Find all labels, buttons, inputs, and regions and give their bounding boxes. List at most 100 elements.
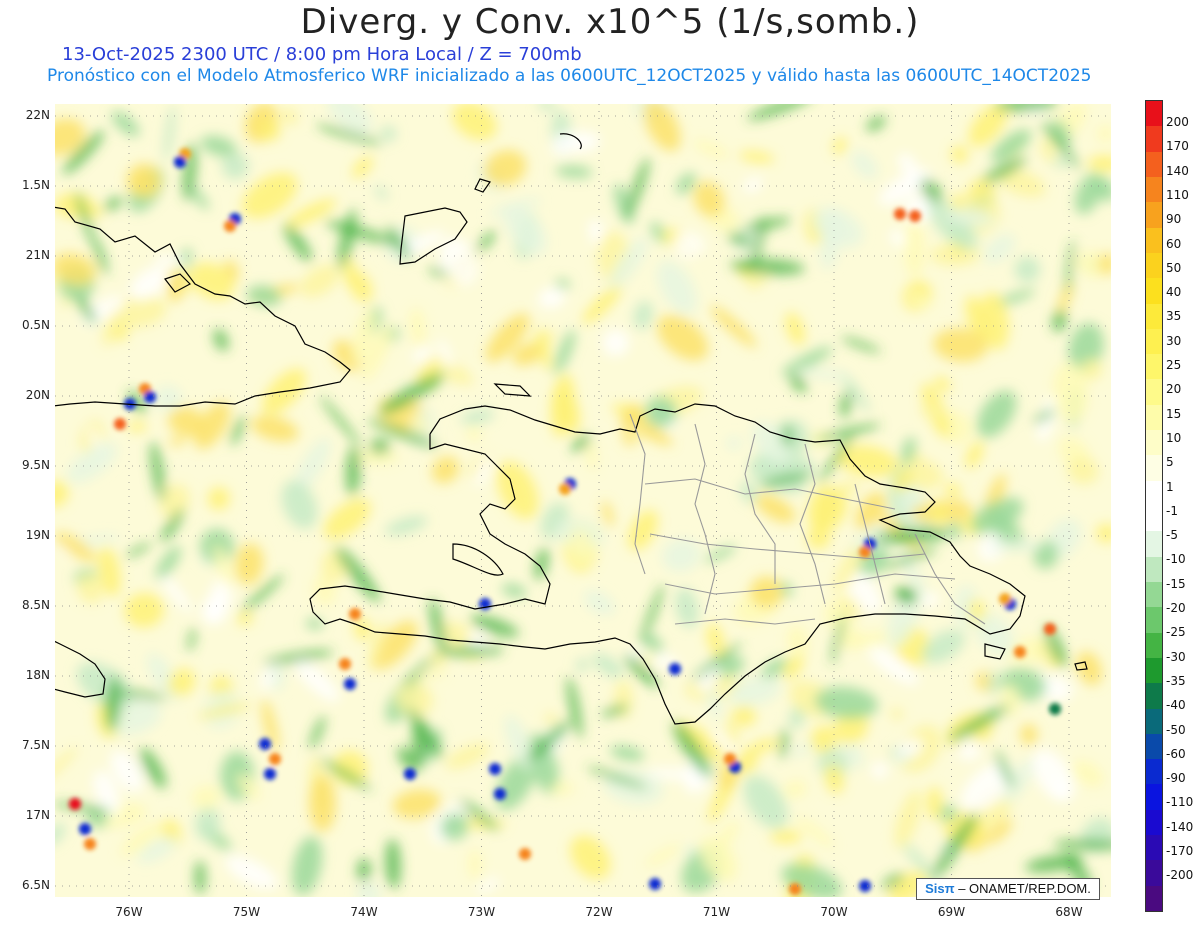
map-canvas	[55, 104, 1111, 897]
latitude-label: 1.5N	[21, 178, 50, 192]
field-core	[339, 658, 351, 670]
field-core	[1014, 646, 1026, 658]
color-scale-swatch	[1146, 683, 1162, 709]
color-scale-swatch	[1146, 759, 1162, 785]
color-scale-swatch	[1146, 176, 1162, 203]
credit-box: Sisπ – ONAMET/REP.DOM.	[916, 878, 1100, 900]
field-core	[349, 608, 361, 620]
map-title: Diverg. y Conv. x10^5 (1/s,somb.)	[300, 2, 920, 42]
field-patch	[271, 662, 285, 691]
color-scale-swatch	[1146, 328, 1162, 355]
color-scale-label: -5	[1166, 528, 1178, 543]
latitude-label: 18N	[25, 668, 50, 682]
color-scale-label: -110	[1166, 795, 1194, 810]
color-scale-label: 60	[1166, 236, 1182, 251]
field-core	[494, 788, 506, 800]
color-scale-label: -30	[1166, 649, 1186, 664]
convergence-band	[369, 438, 391, 455]
latitude-label: 8.5N	[21, 598, 50, 612]
color-scale-swatch	[1146, 202, 1162, 228]
field-patch	[468, 848, 482, 880]
color-scale-swatch	[1146, 303, 1162, 329]
latitude-label: 7.5N	[21, 738, 50, 752]
longitude-label: 70W	[820, 905, 848, 919]
model-run-subtitle: Pronóstico con el Modelo Atmosferico WRF…	[47, 66, 1092, 86]
color-scale-label: -35	[1166, 673, 1186, 688]
color-scale-swatch	[1146, 784, 1162, 810]
field-core	[114, 418, 126, 430]
field-core	[259, 738, 271, 750]
color-scale-label: -140	[1166, 819, 1194, 834]
color-scale-swatch	[1146, 835, 1162, 861]
color-scale-swatch	[1146, 885, 1162, 911]
latitude-label: 21N	[25, 248, 50, 262]
color-scale-label: -50	[1166, 722, 1186, 737]
color-scale-bar	[1145, 100, 1163, 912]
field-core	[1049, 703, 1061, 715]
color-scale-label: 20	[1166, 382, 1182, 397]
longitude-label: 68W	[1055, 905, 1083, 919]
credit-text: – ONAMET/REP.DOM.	[958, 881, 1091, 896]
field-core	[789, 883, 801, 895]
color-scale-swatch	[1146, 252, 1162, 279]
longitude-label: 69W	[937, 905, 966, 919]
field-core	[999, 593, 1011, 605]
color-scale-label: -20	[1166, 601, 1186, 615]
latitude-label: 20N	[25, 388, 50, 402]
color-scale-swatch	[1146, 708, 1162, 734]
field-core	[859, 546, 871, 558]
field-core	[344, 678, 356, 690]
color-scale-swatch	[1146, 860, 1162, 886]
color-scale-label: -200	[1166, 868, 1194, 883]
latitude-label: 17N	[25, 808, 50, 822]
latitude-label: 9.5N	[21, 458, 50, 472]
color-scale-label: -15	[1166, 576, 1186, 591]
color-scale-swatch	[1146, 607, 1162, 633]
color-scale-label: -1	[1166, 503, 1178, 518]
color-scale-label: 25	[1166, 358, 1182, 372]
color-scale-swatch	[1146, 354, 1162, 380]
color-scale-swatch	[1146, 379, 1162, 405]
color-scale-label: -25	[1166, 625, 1186, 640]
color-scale-swatch	[1146, 151, 1162, 177]
field-core	[909, 210, 921, 222]
field-core	[649, 878, 661, 890]
color-scale-swatch	[1146, 632, 1162, 658]
color-scale-label: 5	[1166, 455, 1174, 470]
field-core	[269, 753, 281, 765]
color-scale-label: -10	[1166, 552, 1186, 567]
field-core	[144, 391, 156, 403]
divergence-field-map	[55, 104, 1111, 897]
color-scale-label: -170	[1166, 844, 1194, 858]
color-scale-swatch	[1146, 657, 1162, 684]
field-core	[264, 768, 276, 780]
color-scale-label: 170	[1166, 139, 1189, 154]
field-core	[1044, 623, 1056, 635]
latitude-label: 22N	[25, 108, 50, 122]
valid-time-subtitle: 13-Oct-2025 2300 UTC / 8:00 pm Hora Loca…	[62, 44, 582, 65]
field-core	[894, 208, 906, 220]
field-core	[69, 798, 81, 810]
field-core	[559, 483, 571, 495]
color-scale-swatch	[1146, 278, 1162, 304]
color-scale-swatch	[1146, 101, 1162, 127]
color-scale-label: 40	[1166, 285, 1182, 300]
color-scale-label: 50	[1166, 260, 1182, 275]
latitude-label: 6.5N	[21, 878, 50, 892]
color-scale-label: 110	[1166, 187, 1189, 202]
sisri-logo: Sisπ	[925, 881, 955, 896]
color-scale-label: -90	[1166, 771, 1186, 786]
color-scale-label: -40	[1166, 698, 1186, 713]
color-scale-swatch	[1146, 556, 1162, 582]
color-scale-swatch	[1146, 733, 1162, 760]
field-core	[174, 156, 186, 168]
longitude-label: 75W	[232, 905, 261, 919]
color-scale-label: 200	[1166, 115, 1189, 129]
color-scale-label: 1	[1166, 479, 1174, 494]
color-scale-label: 10	[1166, 430, 1182, 445]
color-scale-label: 15	[1166, 406, 1182, 421]
color-scale-swatch	[1146, 404, 1162, 431]
color-scale-swatch	[1146, 430, 1162, 456]
longitude-label: 71W	[702, 905, 731, 919]
field-core	[724, 753, 736, 765]
